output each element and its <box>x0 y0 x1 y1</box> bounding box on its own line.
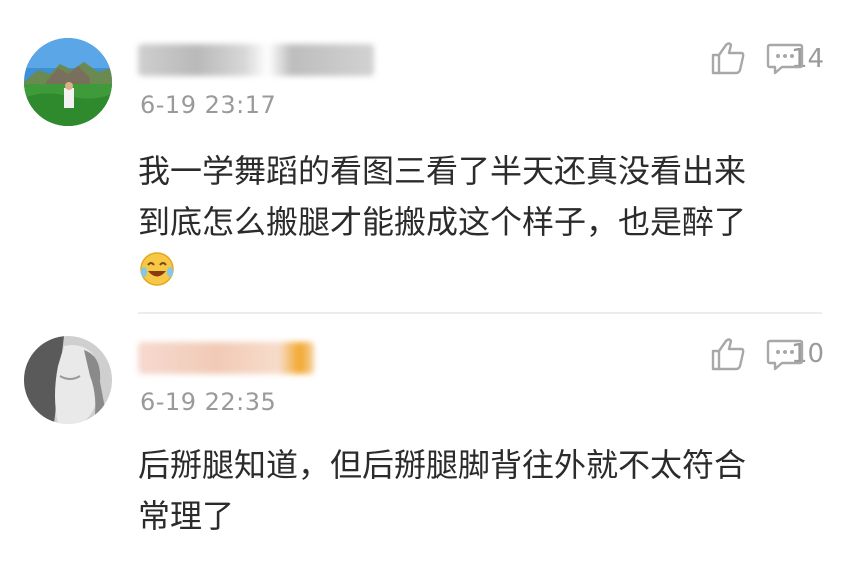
like-button[interactable] <box>710 40 746 76</box>
comment-item: 6-19 23:17 14 我一学舞蹈的看图三看了半天还真没看出来 到底怎么搬腿… <box>0 0 846 314</box>
comment-text-line: 常理了 <box>138 497 235 535</box>
avatar-image <box>24 336 112 424</box>
thumbs-up-icon <box>711 338 745 371</box>
laughing-tears-emoji <box>138 250 176 288</box>
thumbs-up-icon <box>711 42 745 75</box>
reply-button[interactable] <box>766 338 804 372</box>
comment-text: 我一学舞蹈的看图三看了半天还真没看出来 到底怎么搬腿才能搬成这个样子，也是醉了 <box>138 146 818 248</box>
comment-timestamp: 6-19 22:35 <box>140 388 277 416</box>
reply-button[interactable] <box>766 42 804 76</box>
comment-icon <box>766 43 804 75</box>
comment-text-line: 后掰腿知道，但后掰腿脚背往外就不太符合 <box>138 446 747 484</box>
like-button[interactable] <box>710 336 746 372</box>
comment-item: 6-19 22:35 10 后掰腿知道，但后掰腿脚背往外就不太符合 常理了 <box>0 314 846 574</box>
username-blurred <box>138 342 314 374</box>
comment-text: 后掰腿知道，但后掰腿脚背往外就不太符合 常理了 <box>138 440 818 542</box>
username-blurred <box>138 44 374 76</box>
avatar-image <box>24 38 112 126</box>
avatar[interactable] <box>24 336 112 424</box>
avatar[interactable] <box>24 38 112 126</box>
comment-timestamp: 6-19 23:17 <box>140 91 277 119</box>
comment-icon <box>766 339 804 371</box>
comment-text-line: 我一学舞蹈的看图三看了半天还真没看出来 <box>138 152 747 190</box>
comment-text-line: 到底怎么搬腿才能搬成这个样子，也是醉了 <box>138 203 747 241</box>
